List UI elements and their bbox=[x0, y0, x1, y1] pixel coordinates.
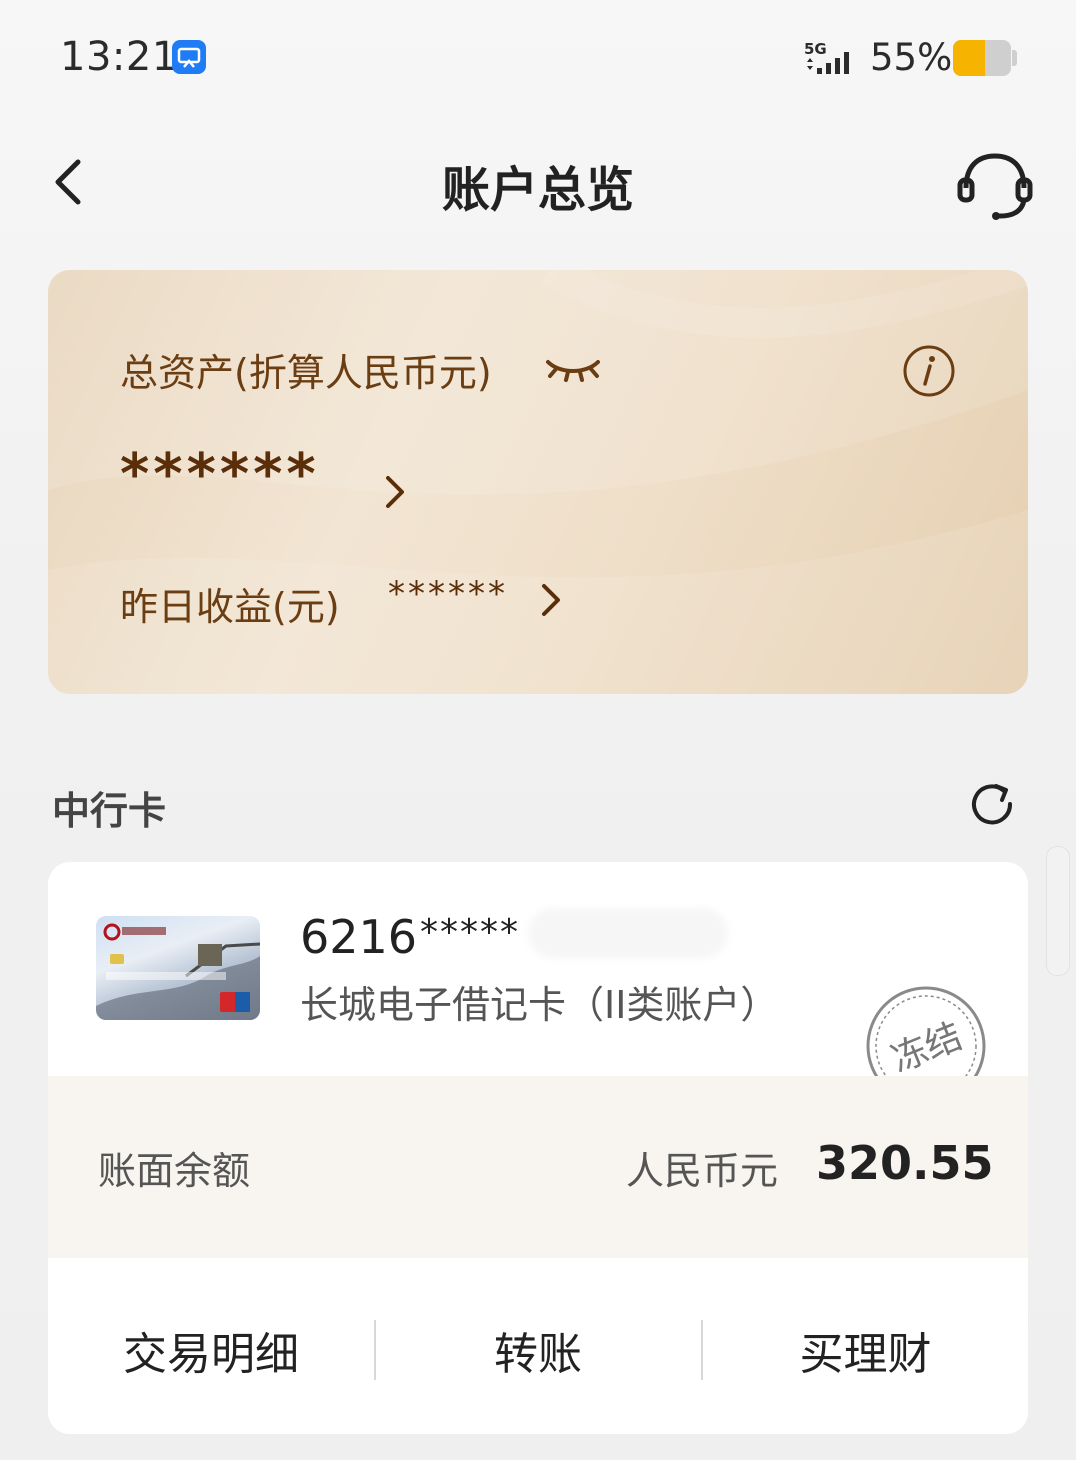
info-icon bbox=[903, 345, 955, 397]
svg-text:冻结: 冻结 bbox=[886, 1016, 968, 1081]
refresh-icon bbox=[972, 784, 1013, 825]
balance-label: 账面余额 bbox=[98, 1149, 251, 1193]
bank-card-thumbnail[interactable] bbox=[96, 916, 260, 1020]
scrollbar[interactable] bbox=[1046, 846, 1070, 976]
headset-icon bbox=[957, 153, 1033, 220]
signal-icon: 5G bbox=[804, 40, 860, 82]
eye-closed-icon bbox=[546, 360, 600, 382]
redacted-area bbox=[528, 908, 728, 958]
chevron-right-icon bbox=[542, 584, 560, 616]
status-time: 13:21 bbox=[60, 34, 178, 80]
transfer-button[interactable]: 转账 bbox=[376, 1318, 700, 1382]
great-wall-card-image bbox=[96, 923, 260, 1020]
transaction-details-button[interactable]: 交易明细 bbox=[48, 1318, 374, 1382]
card-number: 6216 bbox=[300, 910, 418, 964]
customer-service-button[interactable] bbox=[956, 150, 1034, 224]
chevron-right-icon bbox=[386, 476, 404, 508]
balance-row: 账面余额 人民币元 320.55 bbox=[48, 1076, 1028, 1258]
notification-app-icon bbox=[172, 40, 206, 74]
account-card: 6216 ***** 长城电子借记卡（II类账户） 冻结 账面余额 人民币元 3… bbox=[48, 862, 1028, 1434]
yesterday-income-value[interactable]: ****** bbox=[388, 574, 508, 614]
battery-icon bbox=[953, 40, 1011, 76]
battery-tip bbox=[1012, 50, 1017, 66]
account-actions: 交易明细 转账 买理财 bbox=[48, 1258, 1028, 1434]
total-assets-value[interactable]: ****** bbox=[120, 442, 320, 507]
card-type: 长城电子借记卡（II类账户） bbox=[300, 983, 779, 1027]
battery-percent: 55% bbox=[870, 36, 953, 79]
toggle-visibility-button[interactable] bbox=[544, 352, 602, 386]
section-title: 中行卡 bbox=[52, 789, 167, 833]
total-assets-label: 总资产(折算人民币元) bbox=[120, 351, 492, 395]
battery-level bbox=[953, 40, 985, 76]
total-assets-card: 总资产(折算人民币元) ****** 昨日收益(元) ****** bbox=[48, 270, 1028, 694]
yesterday-income-chevron[interactable] bbox=[536, 578, 566, 622]
currency-label: 人民币元 bbox=[626, 1149, 779, 1193]
buy-wealth-management-button[interactable]: 买理财 bbox=[703, 1318, 1028, 1382]
info-button[interactable] bbox=[902, 344, 956, 398]
page-title: 账户总览 bbox=[441, 162, 634, 218]
refresh-button[interactable] bbox=[966, 778, 1018, 830]
card-number-mask: ***** bbox=[420, 912, 520, 953]
total-assets-chevron[interactable] bbox=[380, 470, 410, 514]
yesterday-income-label: 昨日收益(元) bbox=[120, 585, 340, 629]
balance-value: 320.55 bbox=[816, 1136, 994, 1190]
svg-text:5G: 5G bbox=[804, 40, 827, 58]
